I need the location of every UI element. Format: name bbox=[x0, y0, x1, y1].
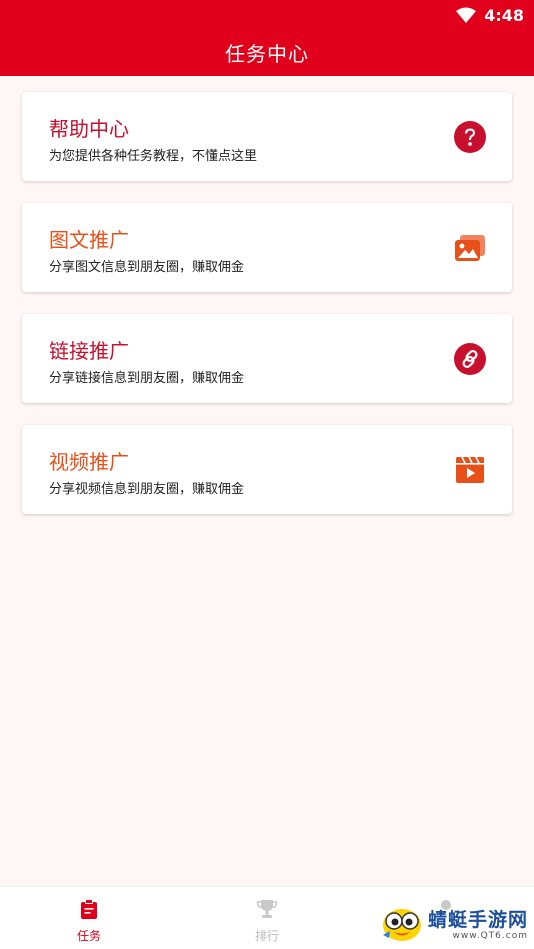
card-subtitle: 为您提供各种任务教程，不懂点这里 bbox=[49, 149, 258, 164]
link-icon bbox=[454, 343, 486, 375]
link-promotion-card[interactable]: 链接推广 分享链接信息到朋友圈，赚取佣金 bbox=[22, 314, 512, 403]
image-icon bbox=[454, 232, 486, 264]
help-center-card[interactable]: 帮助中心 为您提供各种任务教程，不懂点这里 bbox=[22, 92, 512, 181]
card-title: 图文推广 bbox=[49, 228, 129, 252]
image-promotion-card[interactable]: 图文推广 分享图文信息到朋友圈，赚取佣金 bbox=[22, 203, 512, 292]
status-time: 4:48 bbox=[484, 5, 524, 25]
page-title: 任务中心 bbox=[225, 42, 309, 66]
wifi-icon bbox=[456, 7, 477, 23]
watermark: 蜻蜓手游网 www.QT6.com bbox=[380, 906, 528, 946]
card-title: 链接推广 bbox=[49, 339, 129, 363]
task-list: 帮助中心 为您提供各种任务教程，不懂点这里 图文推广 分享图文信息到朋友圈，赚取… bbox=[22, 92, 512, 536]
card-title: 视频推广 bbox=[49, 450, 129, 474]
card-subtitle: 分享视频信息到朋友圈，赚取佣金 bbox=[49, 482, 245, 497]
trophy-icon bbox=[237, 897, 297, 921]
nav-tab-tasks[interactable]: 任务 bbox=[59, 897, 119, 944]
nav-tab-ranking[interactable]: 排行 bbox=[237, 897, 297, 944]
dragonfly-logo-icon bbox=[380, 905, 424, 947]
app-header: 4:48 任务中心 bbox=[0, 0, 534, 76]
status-bar: 4:48 bbox=[456, 4, 524, 26]
clipboard-icon bbox=[59, 897, 119, 921]
card-subtitle: 分享链接信息到朋友圈，赚取佣金 bbox=[49, 371, 245, 386]
card-subtitle: 分享图文信息到朋友圈，赚取佣金 bbox=[49, 260, 245, 275]
card-title: 帮助中心 bbox=[49, 117, 129, 141]
watermark-title: 蜻蜓手游网 bbox=[427, 909, 528, 931]
nav-tab-label: 任务 bbox=[76, 929, 101, 943]
question-icon bbox=[454, 121, 486, 153]
video-promotion-card[interactable]: 视频推广 分享视频信息到朋友圈，赚取佣金 bbox=[22, 425, 512, 514]
video-icon bbox=[454, 454, 486, 486]
watermark-url: www.QT6.com bbox=[452, 931, 528, 941]
nav-tab-label: 排行 bbox=[254, 929, 279, 943]
